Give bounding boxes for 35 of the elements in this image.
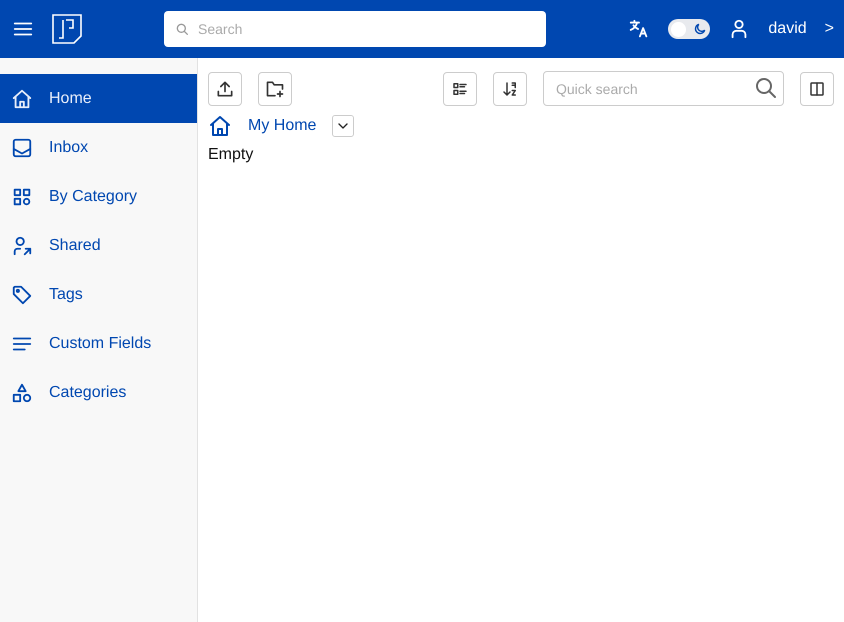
empty-message: Empty [208, 146, 254, 164]
user-share-icon [11, 234, 33, 256]
panel-toggle-button[interactable] [800, 72, 834, 106]
sidebar-item[interactable]: Home [0, 74, 197, 123]
home-icon [11, 88, 33, 110]
sidebar-item[interactable]: Custom Fields [0, 319, 197, 368]
sort-icon [501, 80, 519, 98]
search-field[interactable]: Search [164, 11, 546, 47]
sidebar-item[interactable]: Tags [0, 270, 197, 319]
sidebar-item[interactable]: Categories [0, 368, 197, 417]
logo-icon[interactable] [52, 14, 82, 44]
home-icon [208, 114, 232, 138]
sidebar-item[interactable]: Shared [0, 221, 197, 270]
moon-icon [693, 22, 708, 36]
breadcrumb-link[interactable]: My Home [248, 117, 316, 135]
shapes-icon [11, 382, 33, 404]
search-icon [174, 21, 190, 37]
sort-button[interactable] [493, 72, 527, 106]
list-view-button[interactable] [443, 72, 477, 106]
quick-search-field[interactable]: Quick search [543, 71, 784, 106]
upload-icon [215, 78, 235, 98]
tag-icon [11, 284, 33, 306]
user-name[interactable]: david [768, 20, 807, 38]
folder-plus-icon [265, 78, 285, 98]
sidebar-item[interactable]: By Category [0, 172, 197, 221]
columns-icon [808, 80, 826, 98]
dark-mode-toggle[interactable] [668, 19, 710, 39]
translate-icon [628, 18, 650, 40]
new-folder-button[interactable] [258, 72, 292, 106]
search-icon [754, 76, 778, 100]
breadcrumb-dropdown[interactable] [332, 115, 354, 137]
inbox-icon [11, 136, 33, 158]
expand-chevron[interactable]: > [824, 20, 834, 38]
sidebar-item[interactable]: Inbox [0, 123, 197, 172]
upload-button[interactable] [208, 72, 242, 106]
